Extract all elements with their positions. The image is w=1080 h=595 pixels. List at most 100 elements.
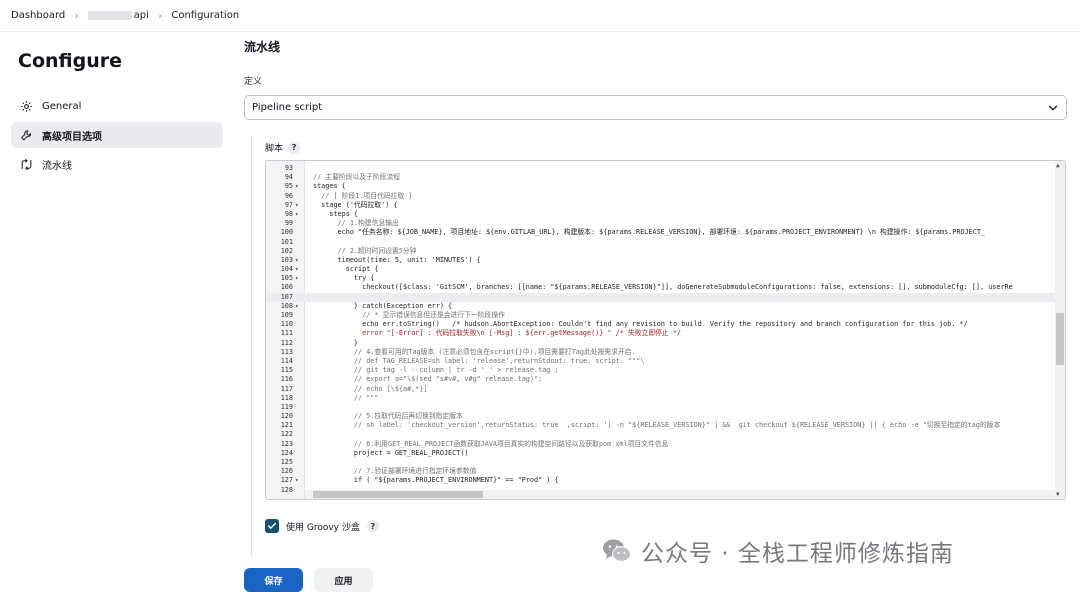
code-text: stages {: [313, 182, 346, 191]
line-number: 99: [284, 219, 293, 228]
code-text: stage ('代码拉取') {: [313, 200, 398, 209]
line-number: 118: [280, 393, 293, 402]
horizontal-scroll-thumb[interactable]: [313, 491, 483, 498]
code-line: 105 ▾ try {: [266, 274, 1056, 283]
line-number: 119: [280, 402, 293, 411]
groovy-sandbox-option[interactable]: 使用 Groovy 沙盒 ?: [265, 519, 379, 533]
code-text: }: [313, 338, 359, 347]
line-number: 116: [280, 375, 293, 384]
line-number: 96: [284, 191, 293, 200]
code-line: 100 echo "任务名称: ${JOB_NAME}, 项目地址: ${env…: [266, 228, 1056, 237]
code-line: 124 project = GET_REAL_PROJECT(): [266, 449, 1056, 458]
line-number: 121: [280, 421, 293, 430]
code-line: 108 ▾ } catch(Exception err) {: [266, 302, 1056, 311]
code-line: 109 // * 显示错误信息但还是会进行下一阶段操作: [266, 311, 1056, 320]
vertical-scrollbar[interactable]: ▲ ▼: [1055, 161, 1065, 499]
sidebar-item-pipeline[interactable]: 流水线: [11, 151, 223, 177]
line-number: 126: [280, 467, 293, 476]
line-number: 125: [280, 458, 293, 466]
line-number: 111: [280, 329, 293, 338]
line-number: 101: [280, 237, 293, 246]
code-line: 115 // git tag -l --column | tr -d ' ' >…: [266, 366, 1056, 375]
definition-value: Pipeline script: [252, 102, 323, 113]
fold-toggle-icon[interactable]: ▾: [295, 274, 303, 283]
line-number: 122: [280, 430, 293, 439]
sidebar-item-label: General: [42, 100, 82, 112]
help-icon[interactable]: ?: [288, 141, 301, 154]
code-text: // echo [\${a#,*}]: [313, 384, 428, 393]
code-line: 121 // sh label: 'checkout_version',retu…: [266, 421, 1056, 430]
scroll-up-icon[interactable]: ▲: [1056, 162, 1060, 169]
line-number: 127: [280, 476, 293, 485]
code-text: // def TAG_RELEASE=sh label: 'release',r…: [313, 356, 645, 365]
fold-toggle-icon[interactable]: ▾: [295, 201, 303, 210]
script-label: 脚本: [265, 144, 284, 154]
page: Dashboard › api › Configuration Configur…: [0, 0, 1080, 595]
definition-select[interactable]: Pipeline script: [244, 95, 1067, 120]
fold-toggle-icon[interactable]: ▾: [295, 210, 303, 219]
code-lines: 93 94// 主要阶段以及子阶段流程 95 ▾ stages {96 // [ 阶段1…: [266, 164, 1056, 495]
code-line: 111 error "[-Error] : 代码拉取失败\n [-Msg] : …: [266, 329, 1056, 338]
sidebar-item-label: 流水线: [42, 160, 72, 172]
save-button[interactable]: 保存: [244, 568, 303, 592]
code-line: 97 ▾ stage ('代码拉取') {: [266, 201, 1056, 210]
code-line: 127 ▾ if ( "${params.PROJECT_ENVIRONMENT}…: [266, 476, 1056, 485]
line-number: 115: [280, 366, 293, 375]
fold-toggle-icon[interactable]: ▾: [295, 302, 303, 311]
sidebar-item-advanced[interactable]: 高级项目选项: [11, 122, 223, 148]
pipeline-icon: [21, 158, 32, 170]
line-number: 105: [280, 274, 293, 283]
script-editor[interactable]: 93 94// 主要阶段以及子阶段流程 95 ▾ stages {96 // [ 阶段1…: [265, 160, 1066, 500]
fold-toggle-icon[interactable]: ▾: [295, 476, 303, 485]
code-text: } catch(Exception err) {: [313, 301, 453, 310]
breadcrumb-dashboard[interactable]: Dashboard: [11, 10, 65, 21]
code-line: 119: [266, 403, 1056, 412]
code-text: // export a="\$(sed "s#v#, v#g" release.…: [313, 375, 543, 384]
line-number: 94: [284, 173, 293, 182]
code-text: // 6.利用GET_REAL_PROJECT函数获取JAVA项目真实的构建空间…: [313, 439, 669, 448]
line-number: 108: [280, 301, 293, 310]
fold-toggle-icon[interactable]: ▾: [295, 265, 303, 274]
breadcrumb-project[interactable]: api: [134, 10, 149, 21]
code-text: script {: [313, 265, 379, 274]
code-line: 107: [266, 292, 1056, 302]
checkmark-icon: [267, 522, 277, 529]
breadcrumb-configuration[interactable]: Configuration: [171, 10, 239, 21]
horizontal-scrollbar[interactable]: [305, 490, 1056, 499]
code-text: // [ 阶段1.项目代码拉取 ]: [313, 191, 413, 200]
code-line: 94 // 主要阶段以及子阶段流程: [266, 173, 1056, 182]
code-line: 122: [266, 430, 1056, 439]
sidebar-item-general[interactable]: General: [11, 93, 223, 119]
code-text: steps {: [313, 209, 359, 218]
code-text: // 7.验证部署环境进行指定环境参数值: [313, 467, 477, 476]
help-icon[interactable]: ?: [366, 520, 379, 532]
sidebar-item-label: 高级项目选项: [42, 131, 102, 143]
breadcrumb: Dashboard › api › Configuration: [0, 0, 1080, 32]
code-line: 96 // [ 阶段1.项目代码拉取 ]: [266, 192, 1056, 201]
section-title: 流水线: [244, 40, 281, 54]
apply-button[interactable]: 应用: [314, 568, 373, 592]
groovy-sandbox-checkbox[interactable]: [265, 519, 279, 533]
breadcrumb-separator: ›: [74, 9, 79, 22]
code-text: if ( "${params.PROJECT_ENVIRONMENT}" == …: [313, 476, 559, 485]
line-number: 98: [284, 209, 293, 218]
line-number: 114: [280, 356, 293, 365]
code-line: 114 // def TAG_RELEASE=sh label: 'releas…: [266, 357, 1056, 366]
gear-icon: [21, 100, 32, 112]
code-line: 116 // export a="\$(sed "s#v#, v#g" rele…: [266, 375, 1056, 384]
code-line: 118 // """: [266, 394, 1056, 403]
code-text: // """: [313, 393, 379, 402]
fold-toggle-icon[interactable]: ▾: [295, 182, 303, 191]
code-text: // 5.拉取代码后再切换到指定版本: [313, 412, 463, 421]
redacted-project-name: [87, 11, 132, 20]
line-number: 102: [280, 246, 293, 255]
code-text: // sh label: 'checkout_version',returnSt…: [313, 421, 1001, 430]
watermark: 公众号 · 全栈工程师修炼指南: [602, 534, 954, 568]
scroll-down-icon[interactable]: ▼: [1056, 491, 1060, 498]
line-number: 95: [284, 182, 293, 191]
line-number: 117: [280, 384, 293, 393]
vertical-scroll-thumb[interactable]: [1056, 313, 1064, 365]
definition-label: 定义: [244, 77, 263, 87]
line-number: 103: [280, 255, 293, 264]
fold-toggle-icon[interactable]: ▾: [295, 256, 303, 265]
